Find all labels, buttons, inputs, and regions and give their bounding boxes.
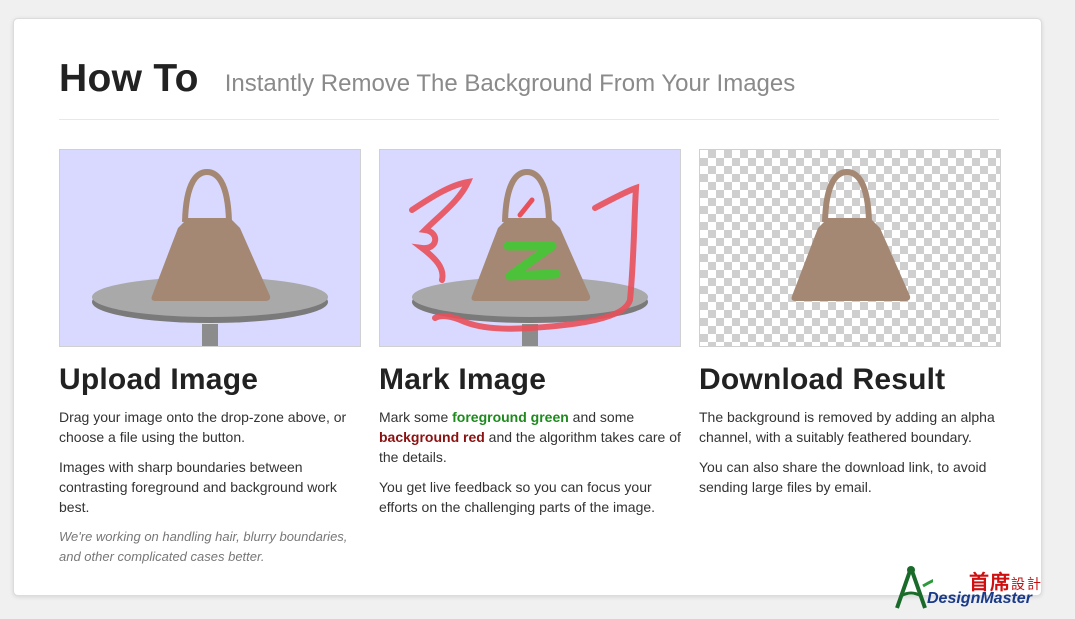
- download-heading: Download Result: [699, 363, 946, 396]
- how-to-card: How To Instantly Remove The Background F…: [13, 18, 1042, 596]
- download-example-image: [699, 149, 1001, 347]
- upload-example-image: [59, 149, 361, 347]
- download-text-1: The background is removed by adding an a…: [699, 409, 995, 445]
- mark-heading: Mark Image: [379, 363, 547, 396]
- upload-text-1: Drag your image onto the drop-zone above…: [59, 409, 347, 445]
- handbag-handle: [182, 168, 232, 223]
- upload-note: We're working on handling hair, blurry b…: [59, 529, 348, 564]
- handbag-handle: [822, 168, 872, 223]
- mark-text-part: and some: [568, 409, 635, 425]
- background-mark-stroke: [517, 197, 535, 218]
- header: How To Instantly Remove The Background F…: [59, 57, 999, 120]
- mark-text-part: Mark some: [379, 409, 453, 425]
- step-download: Download Result The background is remove…: [699, 149, 1001, 507]
- designmaster-watermark: 首席設計 DesignMaster: [893, 564, 1068, 612]
- table-leg: [202, 324, 218, 346]
- watermark-english: DesignMaster: [927, 590, 1032, 607]
- upload-text-2: Images with sharp boundaries between con…: [59, 459, 337, 515]
- download-text-2: You can also share the download link, to…: [699, 459, 987, 495]
- handbag-body: [791, 218, 911, 301]
- handbag-handle: [502, 168, 552, 223]
- background-mark-stroke: [409, 178, 474, 283]
- background-label: background red: [379, 429, 485, 445]
- page-title: How To: [59, 57, 199, 100]
- upload-heading: Upload Image: [59, 363, 259, 396]
- mark-text-2: You get live feedback so you can focus y…: [379, 479, 656, 515]
- mark-text-1: Mark some foreground green and some back…: [379, 407, 681, 467]
- handbag-body: [151, 218, 271, 301]
- mark-example-image: [379, 149, 681, 347]
- foreground-label: foreground green: [452, 409, 569, 425]
- page-subtitle: Instantly Remove The Background From You…: [224, 70, 796, 97]
- step-mark: Mark Image Mark some foreground green an…: [379, 149, 681, 527]
- step-upload: Upload Image Drag your image onto the dr…: [59, 149, 361, 577]
